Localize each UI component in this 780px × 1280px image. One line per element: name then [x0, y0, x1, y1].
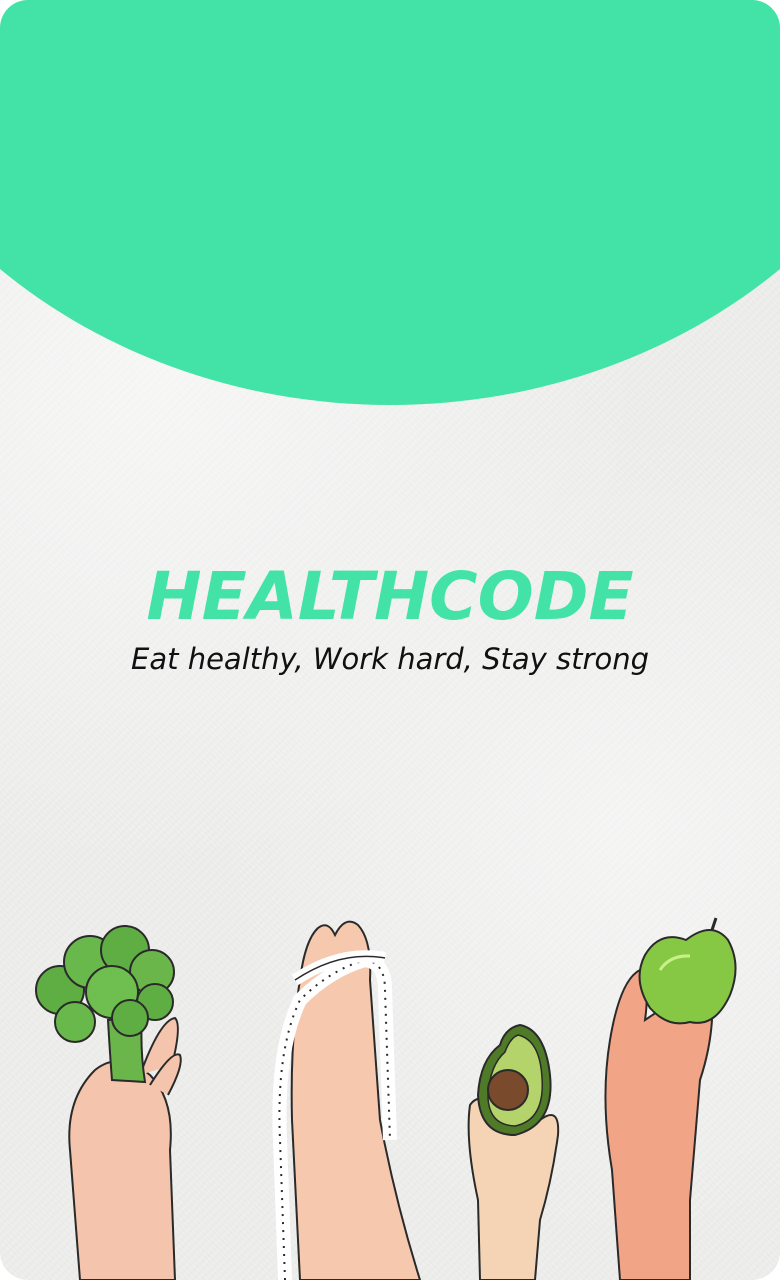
tagline: Eat healthy, Work hard, Stay strong: [131, 642, 649, 676]
brand-block: HEALTHCODE Eat healthy, Work hard, Stay …: [0, 556, 780, 680]
splash-screen: HEALTHCODE Eat healthy, Work hard, Stay …: [0, 0, 780, 1280]
avocado-icon: [476, 1023, 552, 1137]
app-title: HEALTHCODE: [146, 558, 634, 635]
apple-icon: [638, 917, 737, 1025]
hands-illustration: [35, 917, 737, 1280]
